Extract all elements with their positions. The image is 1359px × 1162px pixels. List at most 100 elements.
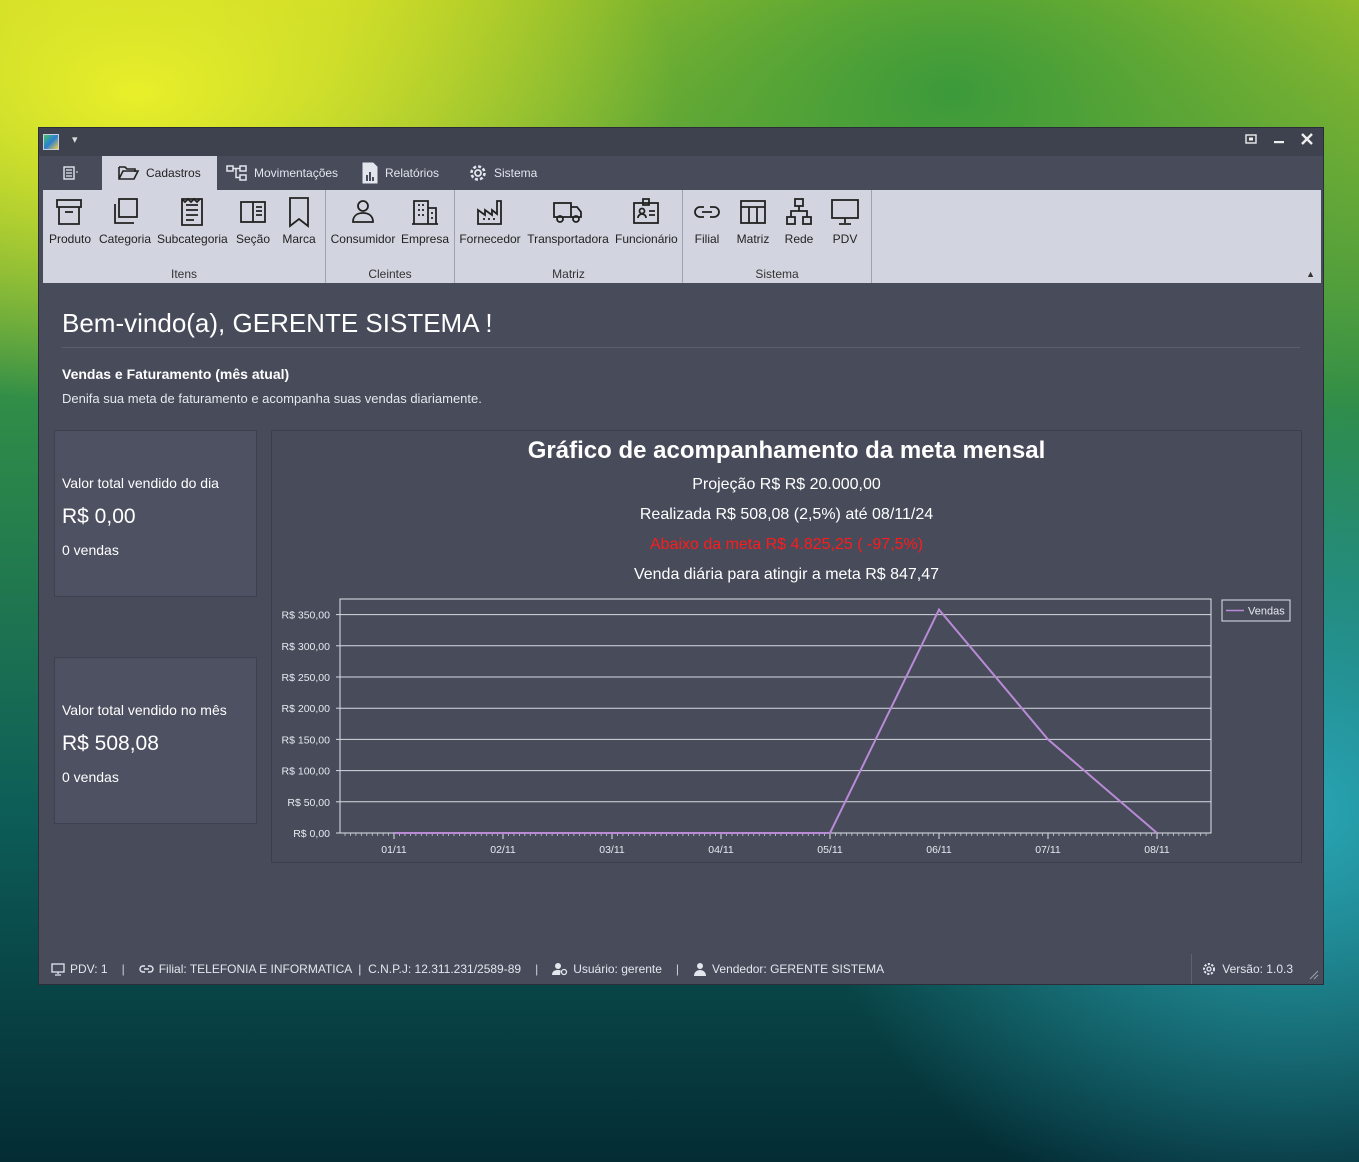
fornecedor-button[interactable]: Fornecedor: [459, 196, 521, 246]
fornecedor-label: Fornecedor: [459, 232, 521, 246]
group-label-clientes: Cleintes: [368, 267, 412, 281]
filial-label: Filial: [694, 232, 720, 246]
sales-line-chart: R$ 0,00 R$ 50,00 R$ 100,00 R$ 150,00 R$ 200,…: [282, 598, 1291, 856]
status-version-text: Versão: 1.0.3: [1222, 962, 1293, 976]
tab-relatorios[interactable]: Relatórios: [361, 156, 439, 190]
transportadora-label: Transportadora: [527, 232, 609, 246]
receipt-icon: [181, 197, 203, 226]
card-day-sales: Valor total vendido do dia R$ 0,00 0 ven…: [54, 430, 257, 597]
card-count: 0 vendas: [62, 769, 119, 785]
status-pdv: PDV: 1: [51, 962, 108, 976]
plot-area: [339, 598, 1212, 834]
y-tick-label: R$ 200,00: [282, 703, 331, 715]
filial-button[interactable]: Filial: [689, 196, 725, 246]
status-bar: PDV: 1 | Filial: TELEFONIA E INFORMATICA…: [39, 954, 1323, 984]
tab-label: Movimentações: [254, 166, 339, 180]
resize-grip-icon[interactable]: [1309, 970, 1319, 980]
minimize-icon[interactable]: [1271, 132, 1287, 150]
series-line: [394, 607, 1158, 834]
user-gear-icon: [552, 963, 568, 976]
monitor-icon: [51, 962, 65, 976]
quick-access-dropdown-icon[interactable]: ▾: [72, 133, 78, 146]
tab-menu[interactable]: [61, 156, 79, 190]
marca-label: Marca: [282, 232, 316, 246]
menu-icon: [63, 166, 78, 180]
empresa-label: Empresa: [400, 232, 450, 246]
matriz-button[interactable]: Matriz: [733, 196, 773, 246]
status-separator: |: [675, 962, 680, 976]
ribbon-group-matriz: Fornecedor Transportadora Funcionário Ma…: [455, 190, 683, 283]
y-tick-label: R$ 100,00: [282, 766, 331, 778]
card-value: R$ 0,00: [62, 505, 136, 528]
marca-button[interactable]: Marca: [279, 196, 319, 246]
columns-icon: [240, 201, 266, 223]
x-tick-label: 01/11: [381, 844, 407, 856]
chart-panel: Gráfico de acompanhamento da meta mensal…: [271, 430, 1302, 863]
y-tick-label: R$ 250,00: [282, 672, 331, 684]
collapse-ribbon-icon[interactable]: ▲: [1306, 269, 1315, 279]
status-filial-text: Filial: TELEFONIA E INFORMATICA | C.N.P.…: [158, 962, 522, 976]
x-tick-label: 06/11: [926, 844, 952, 856]
group-label-sistema: Sistema: [755, 267, 799, 281]
welcome-title: Bem-vindo(a), GERENTE SISTEMA !: [62, 308, 493, 338]
user-icon: [694, 963, 707, 976]
secao-button[interactable]: Seção: [233, 196, 273, 246]
restore-icon[interactable]: [1243, 132, 1259, 150]
card-label: Valor total vendido no mês: [62, 702, 227, 718]
gear-icon: [1203, 963, 1216, 975]
x-tick-label: 04/11: [708, 844, 734, 856]
sitemap-icon: [226, 165, 247, 181]
tab-label: Cadastros: [146, 166, 201, 180]
status-usuario: Usuário: gerente: [552, 962, 662, 976]
ribbon-panel: Produto Categoria Subcategoria Seção Mar…: [43, 190, 1321, 283]
app-icon[interactable]: [43, 134, 59, 150]
empresa-button[interactable]: Empresa: [400, 196, 450, 246]
card-label: Valor total vendido do dia: [62, 475, 219, 491]
status-usuario-text: Usuário: gerente: [573, 962, 662, 976]
matriz-label: Matriz: [736, 232, 770, 246]
card-month-sales: Valor total vendido no mês R$ 508,08 0 v…: [54, 657, 257, 824]
status-version: Versão: 1.0.3: [1191, 954, 1293, 984]
status-pdv-text: PDV: 1: [70, 962, 108, 976]
folder-open-icon: [118, 166, 140, 180]
x-tick-label: 08/11: [1144, 844, 1170, 856]
card-count: 0 vendas: [62, 542, 119, 558]
link-icon: [694, 206, 720, 218]
status-filial: Filial: TELEFONIA E INFORMATICA | C.N.P.…: [139, 962, 521, 976]
secao-label: Seção: [235, 232, 271, 246]
transportadora-button[interactable]: Transportadora: [527, 196, 609, 246]
y-tick-label: R$ 150,00: [282, 734, 331, 746]
card-value: R$ 508,08: [62, 732, 159, 755]
divider: [62, 347, 1300, 348]
section-title: Vendas e Faturamento (mês atual): [62, 366, 290, 382]
pdv-button[interactable]: PDV: [827, 196, 863, 246]
main-window: ▾ Cadastros Movimentações Relatórios Sis…: [38, 127, 1324, 985]
table-icon: [740, 200, 766, 224]
y-tick-label: R$ 0,00: [293, 828, 330, 840]
truck-icon: [553, 202, 582, 223]
pdv-label: PDV: [832, 232, 858, 246]
x-tick-label: 07/11: [1035, 844, 1061, 856]
funcionario-label: Funcionário: [615, 232, 678, 246]
link-icon: [139, 965, 154, 973]
tab-movimentacoes[interactable]: Movimentações: [226, 156, 338, 190]
categoria-button[interactable]: Categoria: [97, 196, 153, 246]
consumidor-button[interactable]: Consumidor: [330, 196, 396, 246]
bookmark-icon: [289, 197, 309, 228]
rede-button[interactable]: Rede: [781, 196, 817, 246]
status-separator: |: [535, 962, 539, 976]
produto-button[interactable]: Produto: [49, 196, 91, 246]
group-label-matriz: Matriz: [552, 267, 585, 281]
tab-sistema[interactable]: Sistema: [468, 156, 537, 190]
y-tick-label: R$ 50,00: [287, 797, 330, 809]
subcategoria-button[interactable]: Subcategoria: [157, 196, 228, 246]
subcategoria-label: Subcategoria: [157, 232, 228, 246]
close-icon[interactable]: [1299, 132, 1315, 150]
gear-icon: [470, 165, 486, 181]
tab-cadastros[interactable]: Cadastros: [102, 156, 217, 190]
y-tick-label: R$ 300,00: [282, 641, 331, 653]
rede-label: Rede: [784, 232, 814, 246]
status-separator: |: [121, 962, 125, 976]
funcionario-button[interactable]: Funcionário: [615, 196, 678, 246]
section-subtitle: Denifa sua meta de faturamento e acompan…: [62, 391, 482, 406]
